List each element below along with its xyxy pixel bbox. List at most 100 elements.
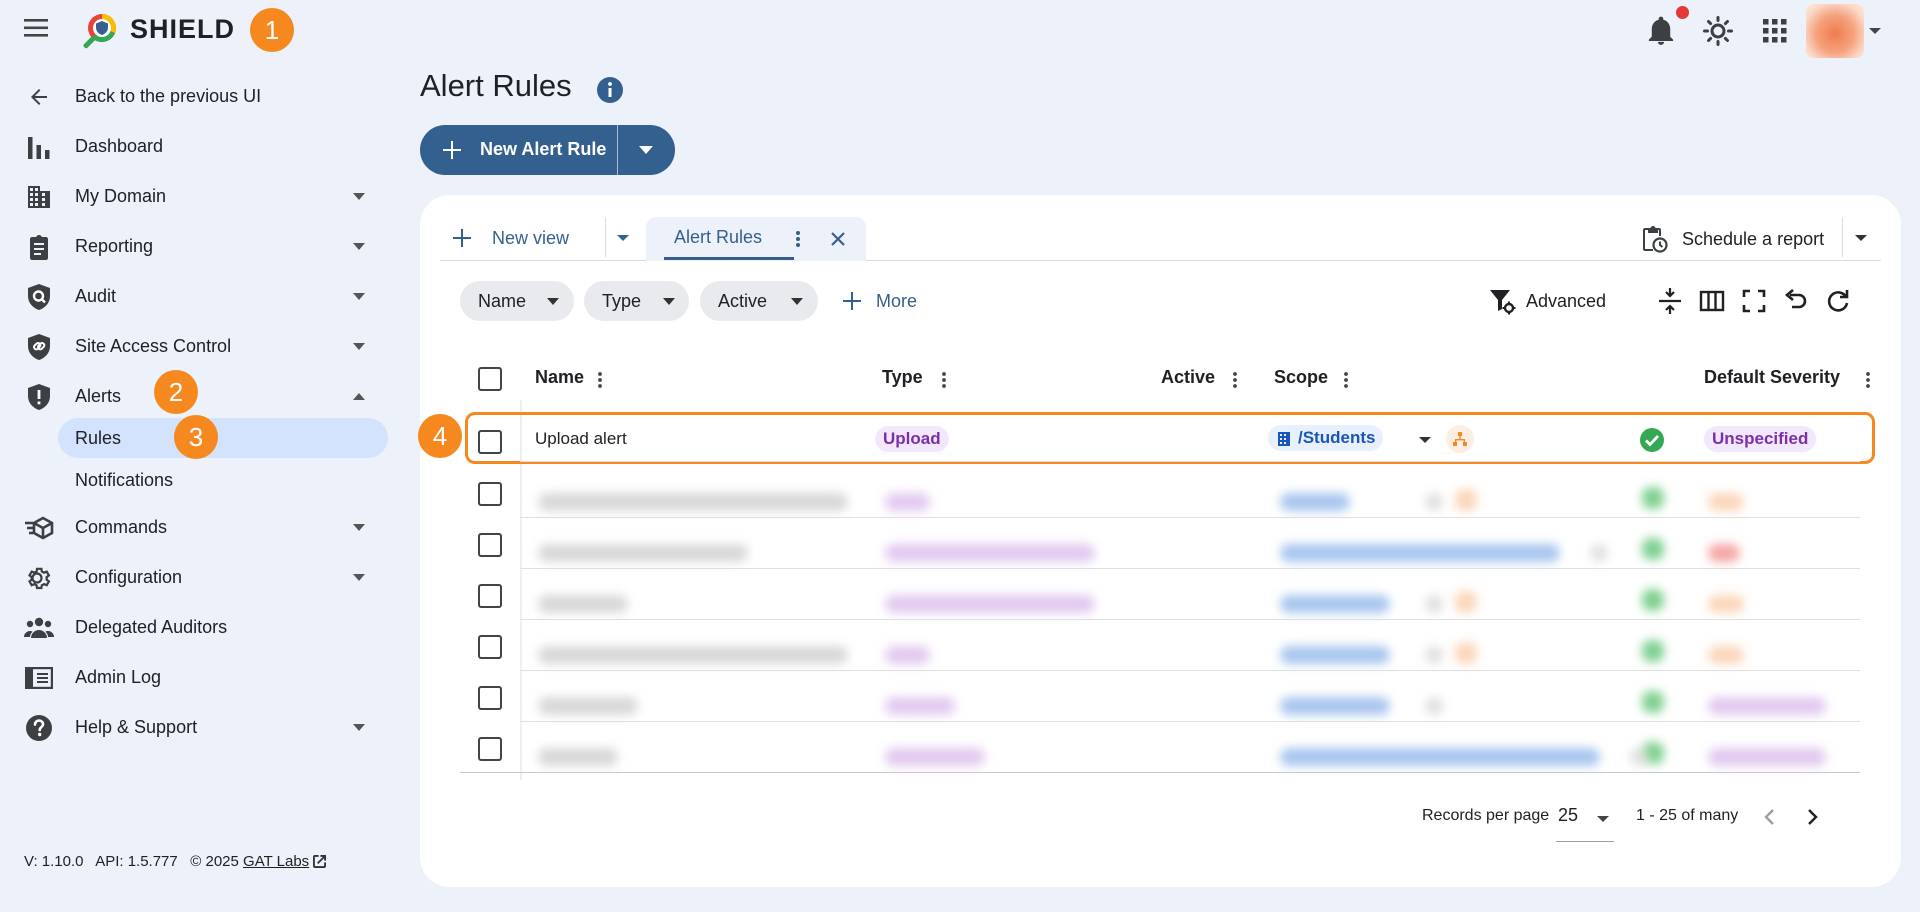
apps-grid-icon[interactable]: [1756, 12, 1794, 50]
pagination-range: 1 - 25 of many: [1636, 807, 1739, 824]
select-all-checkbox[interactable]: [478, 367, 502, 391]
user-avatar[interactable]: [1806, 4, 1864, 58]
sidebar-item-dashboard[interactable]: Dashboard: [0, 124, 400, 168]
chevron-down-icon: [1597, 816, 1609, 822]
commands-cube-icon: [24, 513, 54, 543]
row-checkbox[interactable]: [478, 686, 502, 710]
sidebar-subitem-rules[interactable]: Rules: [58, 418, 388, 458]
scope-warning-badge: [1446, 425, 1474, 453]
filter-chip-active[interactable]: Active: [700, 281, 818, 321]
sidebar-item-commands[interactable]: Commands: [0, 505, 400, 549]
sidebar-item-label: Admin Log: [75, 666, 162, 687]
version-footer: V: 1.10.0 API: 1.5.777 © 2025 GAT Labs: [24, 853, 327, 870]
column-header-name[interactable]: Name: [535, 367, 584, 388]
filter-chip-label: Active: [718, 291, 768, 311]
row-checkbox[interactable]: [478, 737, 502, 761]
new-alert-rule-button[interactable]: New Alert Rule: [420, 125, 617, 175]
shield-link-icon: [24, 332, 54, 362]
back-link[interactable]: Back to the previous UI: [0, 74, 400, 118]
severity-badge: Unspecified: [1704, 426, 1817, 452]
new-alert-rule-label: New Alert Rule: [480, 139, 607, 159]
version-text: V: 1.10.0: [24, 853, 84, 870]
row-checkbox[interactable]: [478, 430, 502, 454]
fullscreen-icon[interactable]: [1740, 287, 1768, 315]
schedule-report-button[interactable]: Schedule a report: [1640, 219, 1824, 259]
scope-badge[interactable]: /Students: [1268, 425, 1384, 451]
more-vert-icon[interactable]: [592, 370, 608, 390]
alert-rules-card: New view Alert Rules Schedule a report N…: [418, 195, 1901, 887]
chevron-down-icon: [352, 573, 366, 582]
sidebar-item-audit[interactable]: Audit: [0, 274, 400, 318]
new-view-button[interactable]: New view: [450, 221, 569, 255]
theme-toggle-icon[interactable]: [1699, 12, 1737, 50]
rule-name-cell[interactable]: Upload alert: [535, 429, 627, 449]
active-check-icon: [1640, 428, 1664, 452]
chevron-down-icon: [352, 192, 366, 201]
top-bar: SHIELD 1: [0, 0, 1920, 62]
sidebar-item-delegated-auditors[interactable]: Delegated Auditors: [0, 605, 400, 649]
views-dropdown[interactable]: [616, 233, 630, 243]
more-vert-icon[interactable]: [1860, 370, 1876, 390]
view-tab-bar: New view Alert Rules Schedule a report: [440, 215, 1881, 261]
previous-page-button[interactable]: [1756, 803, 1784, 831]
close-icon[interactable]: [828, 229, 848, 249]
tab-label: Alert Rules: [674, 227, 763, 247]
columns-icon[interactable]: [1698, 287, 1726, 315]
sidebar-subitem-notifications[interactable]: Notifications: [58, 460, 388, 500]
row-checkbox[interactable]: [478, 482, 502, 506]
more-vert-icon[interactable]: [1227, 370, 1243, 390]
records-per-page-dropdown[interactable]: [1596, 814, 1610, 824]
schedule-report-label: Schedule a report: [1682, 228, 1825, 249]
column-header-scope[interactable]: Scope: [1274, 367, 1328, 388]
chevron-down-icon[interactable]: [1868, 26, 1882, 36]
sidebar-item-admin-log[interactable]: Admin Log: [0, 655, 400, 699]
notifications-bell-icon[interactable]: [1642, 12, 1680, 50]
company-link[interactable]: GAT Labs: [243, 853, 309, 870]
undo-icon[interactable]: [1782, 287, 1810, 315]
refresh-icon[interactable]: [1824, 287, 1852, 315]
schedule-dropdown[interactable]: [1854, 233, 1868, 243]
sidebar-item-label: Audit: [75, 285, 117, 306]
sidebar-item-reporting[interactable]: Reporting: [0, 224, 400, 268]
row-divider: [460, 772, 1860, 773]
sidebar-subitem-label: Rules: [75, 428, 122, 448]
records-per-page-select[interactable]: 25: [1558, 805, 1578, 826]
sidebar-item-alerts[interactable]: Alerts: [0, 374, 400, 418]
more-vert-icon[interactable]: [1338, 370, 1354, 390]
tab-alert-rules[interactable]: Alert Rules: [646, 217, 866, 261]
sidebar-item-label: Configuration: [75, 566, 183, 587]
more-vert-icon[interactable]: [936, 370, 952, 390]
building-icon: [1278, 432, 1290, 446]
sidebar-item-help-support[interactable]: Help & Support: [0, 705, 400, 749]
plus-icon: [453, 229, 471, 247]
sidebar-item-configuration[interactable]: Configuration: [0, 555, 400, 599]
sidebar-item-label: Dashboard: [75, 135, 164, 156]
step-marker-3: 3: [174, 415, 218, 459]
row-checkbox[interactable]: [478, 533, 502, 557]
sidebar-item-site-access-control[interactable]: Site Access Control: [0, 324, 400, 368]
more-vert-icon[interactable]: [788, 229, 808, 249]
chevron-down-icon: [1855, 235, 1867, 241]
chevron-down-icon: [639, 146, 653, 154]
info-icon[interactable]: [596, 76, 624, 104]
column-header-type[interactable]: Type: [882, 367, 923, 388]
next-page-button[interactable]: [1798, 803, 1826, 831]
menu-icon[interactable]: [24, 18, 56, 44]
gear-icon: [24, 563, 54, 593]
advanced-filter-button[interactable]: Advanced: [1488, 285, 1606, 317]
column-header-active[interactable]: Active: [1161, 367, 1215, 388]
scope-dropdown[interactable]: [1418, 435, 1432, 445]
clipboard-icon: [24, 232, 54, 262]
more-filters-button[interactable]: More: [840, 285, 917, 317]
new-alert-rule-dropdown[interactable]: [618, 125, 675, 175]
filter-chip-type[interactable]: Type: [584, 281, 689, 321]
row-checkbox[interactable]: [478, 635, 502, 659]
row-checkbox[interactable]: [478, 584, 502, 608]
chevron-down-icon: [352, 523, 366, 532]
column-header-default-severity[interactable]: Default Severity: [1704, 367, 1840, 388]
sidebar-item-my-domain[interactable]: My Domain: [0, 174, 400, 218]
sidebar-item-label: Delegated Auditors: [75, 616, 228, 637]
filter-chip-name[interactable]: Name: [460, 281, 574, 321]
back-label: Back to the previous UI: [75, 85, 262, 106]
density-icon[interactable]: [1656, 287, 1684, 315]
